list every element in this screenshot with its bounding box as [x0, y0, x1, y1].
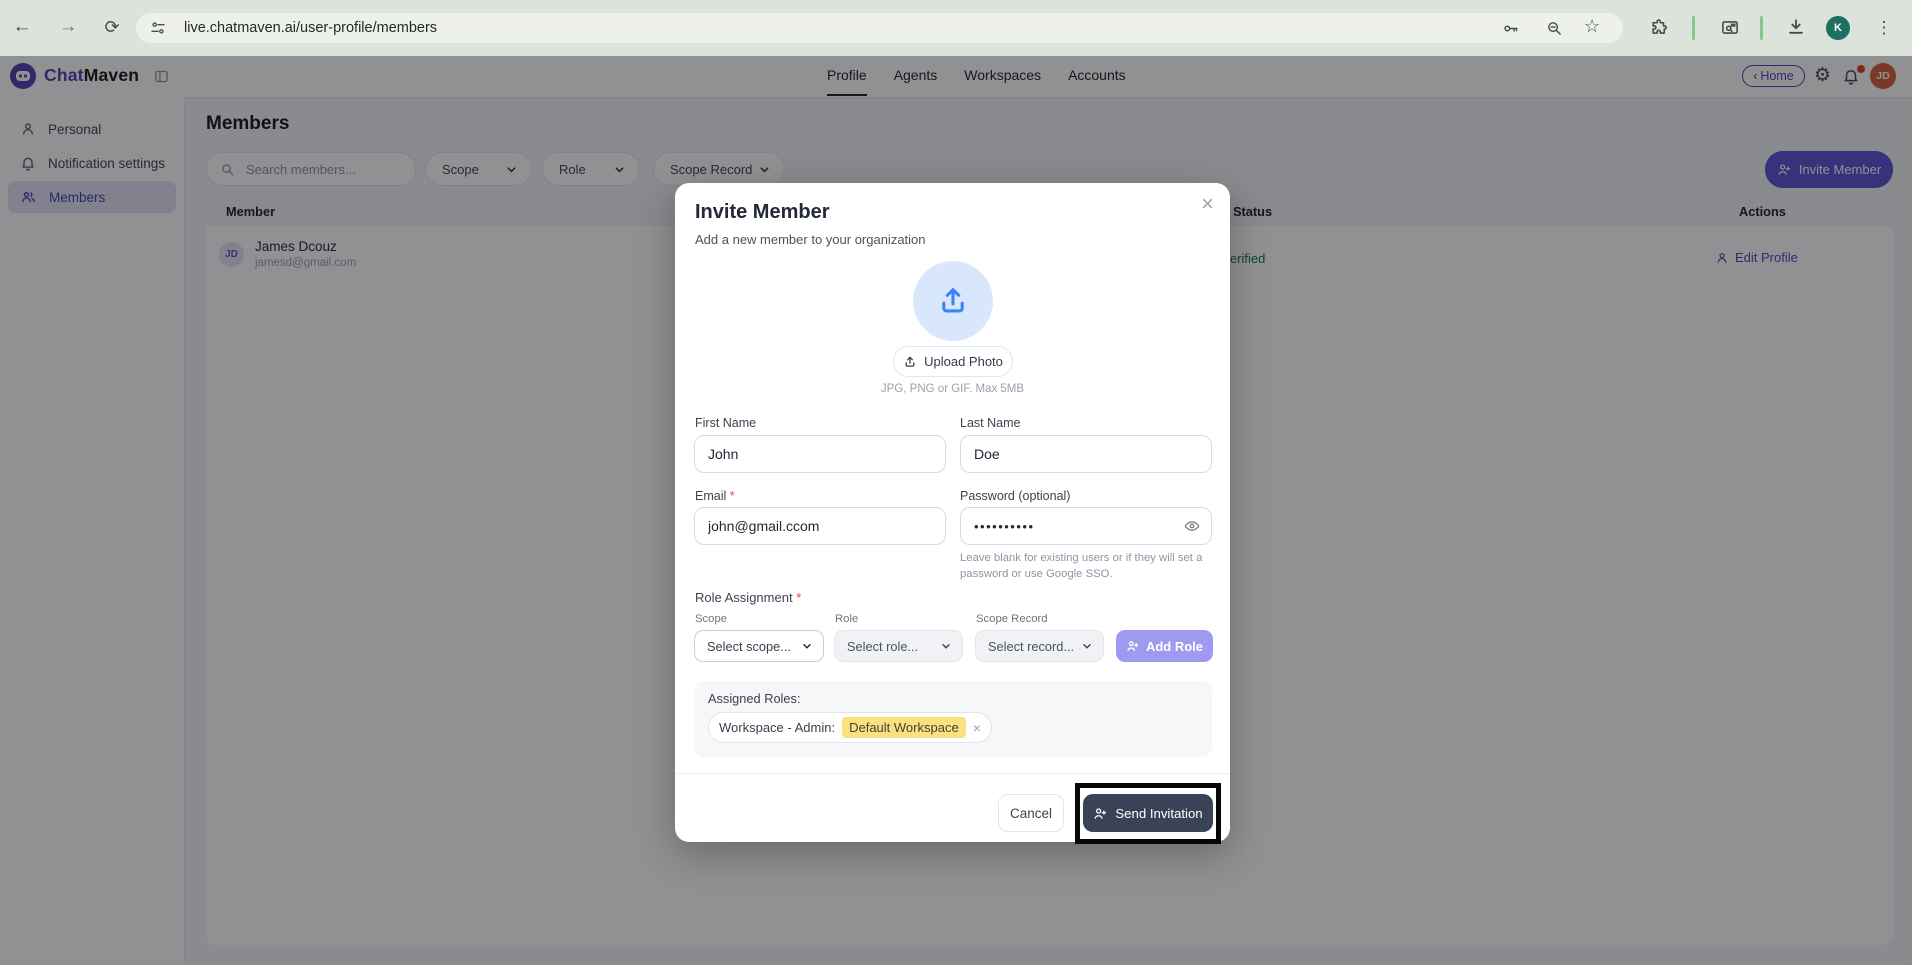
- remove-role-icon[interactable]: ×: [973, 720, 981, 736]
- role-select[interactable]: Select role...: [834, 630, 963, 662]
- modal-title: Invite Member: [695, 201, 829, 224]
- password-field-wrap: [960, 507, 1212, 545]
- browser-reload-icon[interactable]: ⟳: [100, 15, 124, 39]
- browser-profile-avatar[interactable]: K: [1826, 16, 1850, 40]
- toolbar-divider: [1692, 16, 1695, 40]
- role-chip-text: Workspace - Admin:: [719, 720, 835, 735]
- password-label: Password (optional): [960, 489, 1070, 503]
- scope-record-select[interactable]: Select record...: [975, 630, 1104, 662]
- role-label: Role: [835, 613, 858, 625]
- browser-menu-icon[interactable]: ⋮: [1872, 16, 1896, 40]
- close-icon[interactable]: ×: [1201, 191, 1214, 217]
- zoom-out-icon[interactable]: [1546, 20, 1563, 37]
- first-name-field[interactable]: [694, 435, 946, 473]
- cancel-button[interactable]: Cancel: [998, 794, 1064, 832]
- assigned-roles-panel: Assigned Roles: Workspace - Admin: Defau…: [694, 681, 1212, 757]
- screen: ← → ⟳ live.chatmaven.ai/user-profile/mem…: [0, 0, 1912, 965]
- person-plus-icon: [1093, 806, 1108, 821]
- scope-select[interactable]: Select scope...: [694, 630, 824, 662]
- browser-forward-icon[interactable]: →: [56, 15, 80, 39]
- role-chip-workspace: Default Workspace: [842, 717, 966, 738]
- person-plus-icon: [1126, 639, 1140, 653]
- chevron-down-icon: [940, 640, 952, 652]
- role-chip: Workspace - Admin: Default Workspace ×: [708, 712, 992, 743]
- email-label: Email *: [695, 489, 735, 503]
- browser-toolbar: ← → ⟳ live.chatmaven.ai/user-profile/mem…: [0, 0, 1912, 56]
- upload-icon: [936, 284, 970, 318]
- role-assignment-label: Role Assignment *: [695, 590, 801, 605]
- upload-photo-button[interactable]: Upload Photo: [893, 346, 1013, 377]
- extensions-icon[interactable]: [1650, 18, 1669, 37]
- footer-divider: [675, 773, 1230, 774]
- bookmark-star-icon[interactable]: ☆: [1584, 16, 1600, 37]
- chevron-down-icon: [801, 640, 813, 652]
- toolbar-divider: [1760, 16, 1763, 40]
- required-asterisk: *: [796, 590, 801, 605]
- assigned-roles-label: Assigned Roles:: [708, 691, 800, 706]
- required-asterisk: *: [730, 489, 735, 503]
- url-text[interactable]: live.chatmaven.ai/user-profile/members: [184, 13, 437, 43]
- chevron-down-icon: [1081, 640, 1093, 652]
- scope-label: Scope: [695, 613, 727, 625]
- upload-hint: JPG, PNG or GIF. Max 5MB: [675, 383, 1230, 395]
- address-bar[interactable]: live.chatmaven.ai/user-profile/members ☆: [136, 13, 1623, 43]
- send-invitation-button[interactable]: Send Invitation: [1083, 794, 1213, 832]
- password-field[interactable]: [960, 507, 1212, 545]
- first-name-label: First Name: [695, 416, 756, 430]
- upload-icon: [903, 355, 917, 369]
- scope-record-label: Scope Record: [976, 613, 1048, 625]
- last-name-field[interactable]: [960, 435, 1212, 473]
- site-info-icon[interactable]: [150, 20, 166, 36]
- add-role-button[interactable]: Add Role: [1116, 630, 1213, 662]
- invite-member-modal: × Invite Member Add a new member to your…: [675, 183, 1230, 842]
- modal-subtitle: Add a new member to your organization: [695, 232, 926, 247]
- browser-back-icon[interactable]: ←: [10, 15, 34, 39]
- password-key-icon[interactable]: [1502, 20, 1519, 37]
- password-helper-text: Leave blank for existing users or if the…: [960, 551, 1212, 583]
- downloads-icon[interactable]: [1786, 17, 1806, 37]
- side-panel-search-icon[interactable]: [1720, 18, 1740, 37]
- last-name-label: Last Name: [960, 416, 1020, 430]
- photo-dropzone[interactable]: [913, 261, 993, 341]
- eye-icon[interactable]: [1184, 518, 1200, 534]
- email-field[interactable]: [694, 507, 946, 545]
